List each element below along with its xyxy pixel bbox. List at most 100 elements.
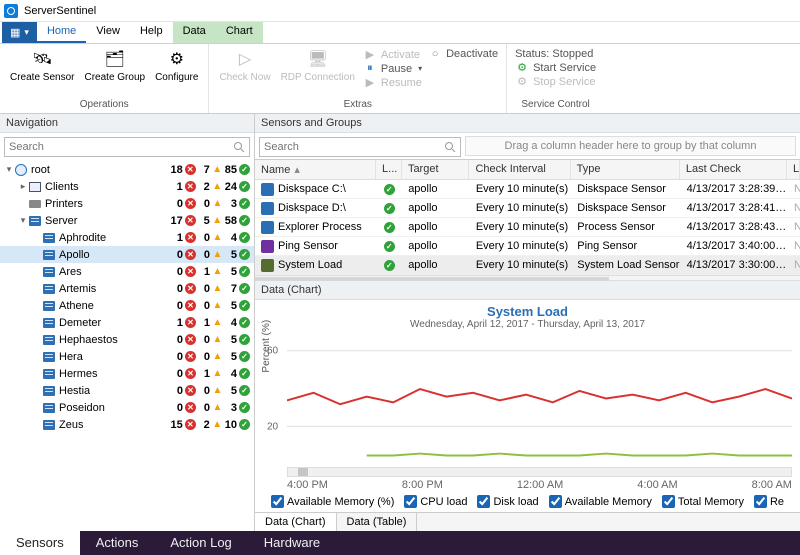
footer-tab-hardware[interactable]: Hardware [248,531,336,555]
footer-tab-sensors[interactable]: Sensors [0,531,80,555]
tree-node-apollo[interactable]: Apollo005 [0,246,254,263]
gear-icon: ⚙ [166,48,188,70]
stop-service-button[interactable]: ⚙Stop Service [515,75,596,88]
legend-item[interactable]: CPU load [404,495,467,508]
tree-node-hermes[interactable]: Hermes014 [0,365,254,382]
footer-tab-actions[interactable]: Actions [80,531,155,555]
menu-tab-help[interactable]: Help [130,22,173,43]
sensor-row[interactable]: Ping SensorapolloEvery 10 minute(s)Ping … [255,237,800,256]
create-sensor-button[interactable]: 🛰Create Sensor [8,46,76,83]
tree-node-server[interactable]: ▾Server17558 [0,212,254,229]
svr-icon [42,350,56,364]
legend-item[interactable]: Total Memory [662,495,744,508]
tree-node-hephaestos[interactable]: Hephaestos005 [0,331,254,348]
chart-scrollbar[interactable] [287,467,792,477]
horizontal-scrollbar[interactable] [255,275,800,281]
legend-checkbox[interactable] [477,495,490,508]
pause-button[interactable]: ⏸Pause▾ [363,62,422,75]
status-ok-icon [384,241,395,252]
sensor-row[interactable]: Diskspace D:\apolloEvery 10 minute(s)Dis… [255,199,800,218]
error-badge [185,368,196,379]
tree-node-printers[interactable]: Printers003 [0,195,254,212]
error-badge [185,198,196,209]
navigation-panel: Navigation ▾root18785▸Clients1224Printer… [0,114,255,531]
sensor-row[interactable]: Explorer ProcessapolloEvery 10 minute(s)… [255,218,800,237]
ok-badge [239,266,250,277]
rdp-button[interactable]: 🖥RDP Connection [279,46,357,83]
ok-badge [239,283,250,294]
ok-badge [239,385,250,396]
sensor-row[interactable]: Diskspace C:\apolloEvery 10 minute(s)Dis… [255,180,800,199]
ok-badge [239,215,250,226]
expand-icon[interactable]: ▾ [18,215,28,226]
error-badge [185,266,196,277]
grid-header[interactable]: Name ▴ L... Target Check Interval Type L… [255,160,800,180]
navigation-tree[interactable]: ▾root18785▸Clients1224Printers003▾Server… [0,161,254,531]
sensors-search-input[interactable] [259,137,461,157]
tree-node-clients[interactable]: ▸Clients1224 [0,178,254,195]
check-now-button[interactable]: ▷Check Now [217,46,272,83]
deactivate-icon: ○ [428,48,442,60]
chart-legend: Available Memory (%) CPU load Disk load … [259,491,796,512]
group-by-area[interactable]: Drag a column header here to group by th… [465,136,796,156]
gear-stop-icon: ⚙ [515,75,529,88]
tree-node-demeter[interactable]: Demeter114 [0,314,254,331]
create-group-button[interactable]: 🗂Create Group [82,46,147,83]
tree-node-aphrodite[interactable]: Aphrodite104 [0,229,254,246]
menu-tab-home[interactable]: Home [37,22,86,43]
sensor-add-icon: 🛰 [31,48,53,70]
svr-icon [42,401,56,415]
sensor-row[interactable]: System LoadapolloEvery 10 minute(s)Syste… [255,256,800,275]
tree-node-artemis[interactable]: Artemis007 [0,280,254,297]
legend-checkbox[interactable] [754,495,767,508]
subtab[interactable]: Data (Table) [337,513,418,531]
ribbon-group-operations: 🛰Create Sensor 🗂Create Group ⚙Configure … [0,44,209,113]
ribbon: 🛰Create Sensor 🗂Create Group ⚙Configure … [0,44,800,114]
ok-badge [239,419,250,430]
error-badge [185,283,196,294]
tree-node-poseidon[interactable]: Poseidon003 [0,399,254,416]
error-badge [185,164,196,175]
sensors-header: Sensors and Groups [255,114,800,133]
tree-node-zeus[interactable]: Zeus15210 [0,416,254,433]
legend-item[interactable]: Disk load [477,495,538,508]
svr-icon [42,248,56,262]
nav-search-input[interactable] [4,137,250,157]
expand-icon[interactable]: ▸ [18,181,28,192]
status-ok-icon [384,222,395,233]
warn-badge [212,368,223,379]
activate-button[interactable]: ▶Activate [363,48,422,61]
tree-node-root[interactable]: ▾root18785 [0,161,254,178]
ok-badge [239,198,250,209]
legend-checkbox[interactable] [549,495,562,508]
menu-tab-chart[interactable]: Chart [216,22,263,43]
legend-checkbox[interactable] [662,495,675,508]
footer-tab-action-log[interactable]: Action Log [154,531,247,555]
error-badge [185,334,196,345]
legend-checkbox[interactable] [271,495,284,508]
deactivate-button[interactable]: ○Deactivate [428,48,498,60]
tree-node-hestia[interactable]: Hestia005 [0,382,254,399]
globe-icon [14,163,28,177]
warn-badge [212,385,223,396]
start-service-button[interactable]: ⚙Start Service [515,61,596,74]
chevron-down-icon: ▾ [418,64,422,73]
menu-tab-view[interactable]: View [86,22,130,43]
expand-icon[interactable]: ▾ [4,164,14,175]
warn-badge [212,198,223,209]
file-menu-button[interactable]: ▦ ▾ [2,22,37,43]
warn-badge [212,334,223,345]
legend-item[interactable]: Re [754,495,784,508]
tree-node-ares[interactable]: Ares015 [0,263,254,280]
configure-button[interactable]: ⚙Configure [153,46,200,83]
tree-node-hera[interactable]: Hera005 [0,348,254,365]
subtab[interactable]: Data (Chart) [255,513,337,531]
resume-button[interactable]: ▶Resume [363,76,422,89]
sensor-icon [261,202,274,215]
legend-checkbox[interactable] [404,495,417,508]
legend-item[interactable]: Available Memory [549,495,652,508]
legend-item[interactable]: Available Memory (%) [271,495,394,508]
menu-tab-data[interactable]: Data [173,22,216,43]
tree-node-athene[interactable]: Athene005 [0,297,254,314]
error-badge [185,249,196,260]
